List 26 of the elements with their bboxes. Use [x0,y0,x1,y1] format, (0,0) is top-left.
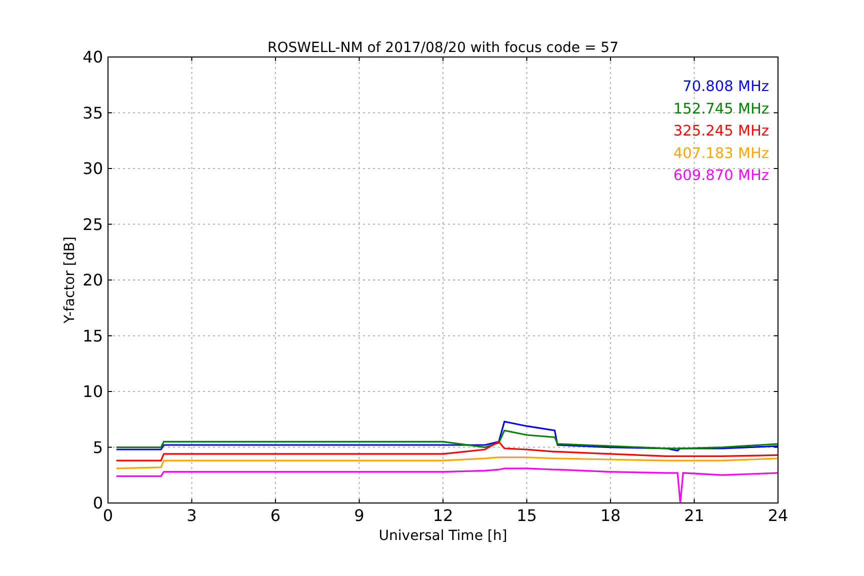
tick-label: 0 [102,506,114,525]
tick-label: 3 [186,506,197,525]
tick-label: 40 [82,48,103,66]
legend-label: 609.870 MHz [673,168,769,184]
tick-label: 15 [82,326,103,346]
tick-label: 20 [82,270,103,290]
tick-label: 12 [432,506,454,525]
tick-label: 6 [270,506,281,525]
tick-label: 35 [82,103,103,122]
legend-label: 325.245 MHz [673,124,769,140]
tick-label: 30 [82,159,103,178]
chart-title: ROSWELL-NM of 2017/08/20 with focus code = 57 [268,40,618,56]
tick-label: 5 [92,438,103,457]
tick-label: 18 [600,506,621,525]
x-axis-label: Universal Time [h] [378,528,508,544]
tick-label: 21 [684,506,704,525]
tick-label: 0 [92,494,103,512]
tick-label: 25 [82,214,103,234]
tick-label: 9 [354,506,364,525]
tick-label: 10 [82,382,103,401]
legend-label: 152.745 MHz [673,101,769,118]
tick-label: 15 [516,506,537,525]
legend-label: 70.808 MHz [682,79,769,95]
y-axis-label: Y-factor [dB] [62,236,78,324]
legend-label: 407.183 MHz [673,146,769,162]
tick-label: 24 [768,506,788,525]
